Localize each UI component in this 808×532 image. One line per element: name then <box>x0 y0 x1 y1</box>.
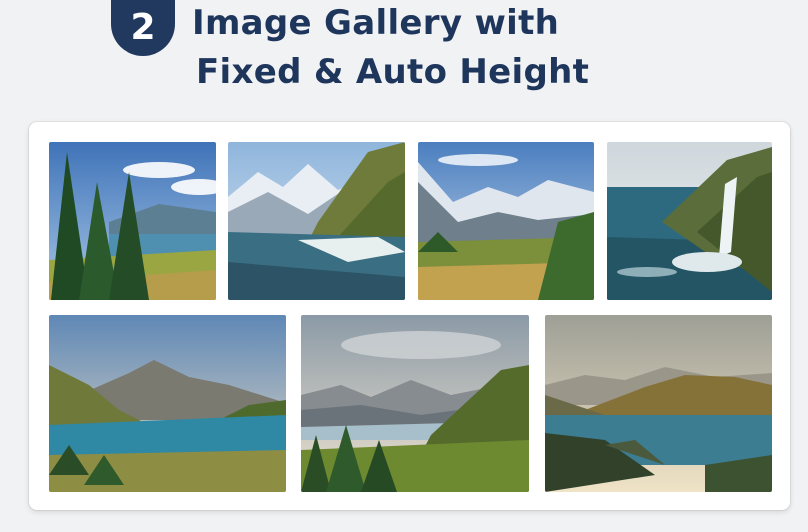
gallery-image-forest-mountain-panorama[interactable] <box>301 315 529 492</box>
page-title-line-2: Fixed & Auto Height <box>196 52 590 92</box>
gallery-image-coastal-waterfall[interactable] <box>607 142 772 300</box>
gallery-image-fjord-sunset[interactable] <box>545 315 772 492</box>
page-title-line-1: Image Gallery with <box>192 3 560 43</box>
gallery-image-forest-lake[interactable] <box>49 142 216 300</box>
step-number: 2 <box>130 6 156 48</box>
header: 2 Image Gallery with Fixed & Auto Height <box>0 0 808 110</box>
gallery-image-alpine-meadow[interactable] <box>418 142 594 300</box>
step-number-badge: 2 <box>111 0 175 56</box>
gallery-image-mountain-lake-valley[interactable] <box>49 315 286 492</box>
gallery-container <box>29 122 790 510</box>
gallery-image-mountain-river[interactable] <box>228 142 405 300</box>
